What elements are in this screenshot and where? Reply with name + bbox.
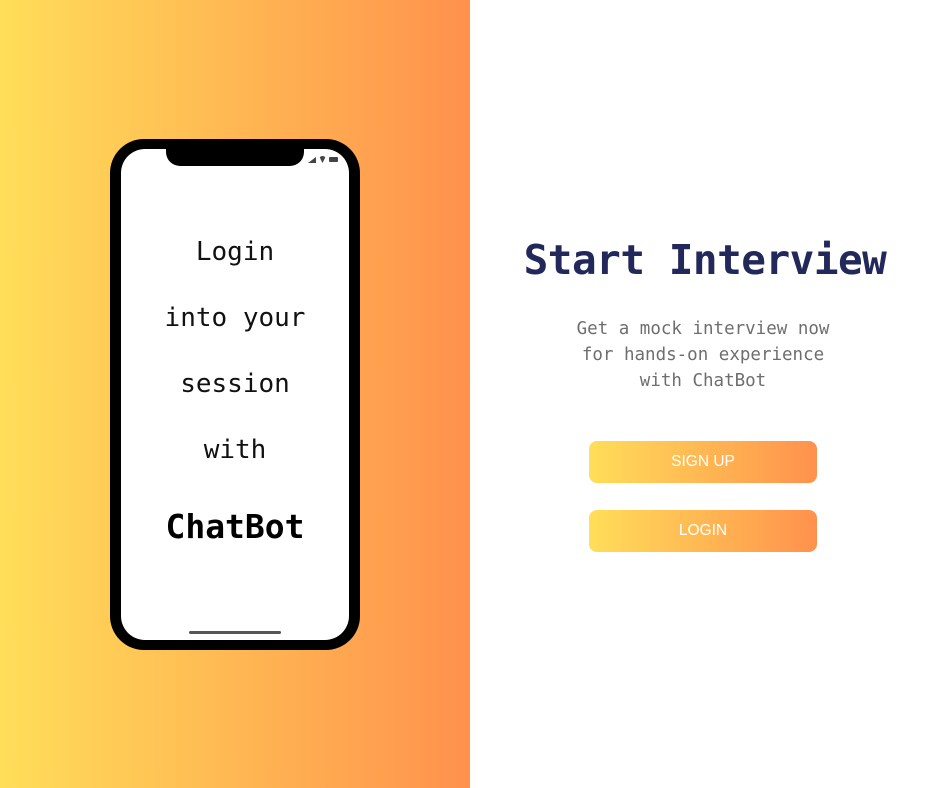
phone-text-line: with xyxy=(203,435,267,465)
hero-panel: Login into your session with ChatBot xyxy=(0,0,470,788)
signup-button[interactable]: SIGN UP xyxy=(589,441,817,483)
phone-text-line: into your xyxy=(164,303,306,333)
phone-mockup: Login into your session with ChatBot xyxy=(110,139,360,650)
page-title: Start Interview xyxy=(523,236,887,284)
phone-text-line: Login xyxy=(195,237,275,267)
phone-screen: Login into your session with ChatBot xyxy=(121,149,349,640)
phone-text-line: session xyxy=(180,369,290,399)
status-bar xyxy=(308,156,338,163)
subtitle-line: with ChatBot xyxy=(639,371,767,391)
page-subtitle: Get a mock interview now for hands-on ex… xyxy=(470,316,936,394)
home-indicator xyxy=(189,631,281,634)
phone-brand-name: ChatBot xyxy=(165,507,305,546)
battery-icon xyxy=(329,157,338,162)
subtitle-line: Get a mock interview now xyxy=(576,319,830,339)
wifi-icon xyxy=(319,156,326,163)
phone-notch xyxy=(166,149,304,166)
login-button[interactable]: LOGIN xyxy=(589,510,817,552)
signal-icon xyxy=(308,156,316,163)
subtitle-line: for hands-on experience xyxy=(581,345,825,365)
